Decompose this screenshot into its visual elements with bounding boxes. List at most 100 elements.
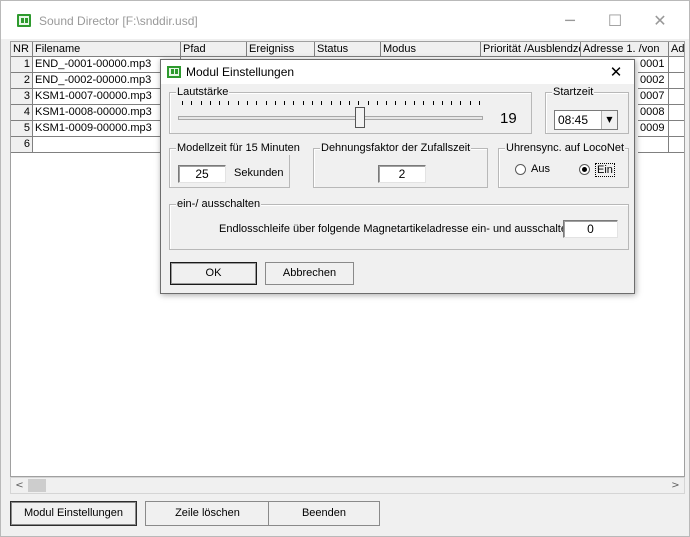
einaus-label: ein-/ ausschalten [176, 197, 262, 211]
lautstaerke-group: Lautstärke 19 [169, 85, 532, 134]
filename-cell[interactable] [33, 137, 181, 153]
lautstaerke-label: Lautstärke [176, 85, 230, 99]
column-header-pfad[interactable]: Pfad [181, 42, 247, 57]
column-header-filename[interactable]: Filename [33, 42, 181, 57]
modellzeit-label: Modellzeit für 15 Minuten [176, 141, 301, 155]
abbrechen-button[interactable]: Abbrechen [265, 262, 354, 285]
modul-einstellungen-button[interactable]: Modul Einstellungen [10, 501, 137, 526]
slider-tick [247, 101, 248, 105]
dehnungsfaktor-input[interactable]: 2 [378, 165, 426, 183]
slider-tick [275, 101, 276, 105]
modellzeit-input[interactable]: 25 [178, 165, 226, 183]
uhrensync-label: Uhrensync. auf LocoNet [505, 141, 626, 155]
window-title: Sound Director [F:\snddir.usd] [39, 14, 198, 28]
filename-cell[interactable]: END_-0002-00000.mp3 [33, 73, 181, 89]
slider-tick [256, 101, 257, 105]
filename-cell[interactable]: END_-0001-00000.mp3 [33, 57, 181, 73]
ad-cell[interactable] [669, 89, 684, 105]
ad-cell[interactable] [669, 57, 684, 73]
radio-aus[interactable] [515, 164, 526, 175]
ad-cell[interactable] [669, 73, 684, 89]
startzeit-group: Startzeit 08:45 ▼ [545, 85, 629, 134]
app-icon [17, 14, 31, 27]
slider-tick [414, 101, 415, 105]
adresse-cell[interactable] [638, 137, 669, 153]
startzeit-value: 08:45 [558, 113, 589, 127]
minimize-icon[interactable]: ─ [554, 9, 586, 33]
lautstaerke-slider-thumb[interactable] [355, 107, 365, 128]
scroll-thumb[interactable] [28, 479, 46, 492]
slider-tick [238, 101, 239, 105]
app-icon [167, 66, 181, 78]
slider-tick [460, 101, 461, 105]
slider-tick [358, 101, 359, 105]
startzeit-combo[interactable]: 08:45 ▼ [554, 110, 618, 130]
adresse-cell[interactable]: 0001 [638, 57, 669, 73]
dropdown-arrow-icon[interactable]: ▼ [601, 111, 617, 129]
row-number: 6 [11, 137, 33, 153]
slider-tick [219, 101, 220, 105]
column-header-adresse[interactable]: Adresse 1. /von [581, 42, 669, 57]
uhrensync-group: Uhrensync. auf LocoNet Aus Ein [498, 141, 629, 188]
adresse-cell[interactable]: 0002 [638, 73, 669, 89]
einaus-group: ein-/ ausschalten Endlosschleife über fo… [169, 197, 629, 250]
adresse-cell[interactable]: 0008 [638, 105, 669, 121]
column-header-status[interactable]: Status [315, 42, 381, 57]
radio-ein-label[interactable]: Ein [595, 163, 615, 177]
column-header-ereigniss[interactable]: Ereigniss [247, 42, 315, 57]
slider-tick [210, 101, 211, 105]
slider-tick [442, 101, 443, 105]
zeile-loeschen-button[interactable]: Zeile löschen [145, 501, 270, 526]
horizontal-scrollbar[interactable]: < > [10, 477, 685, 494]
ok-button[interactable]: OK [170, 262, 257, 285]
scroll-left-icon[interactable]: < [11, 478, 28, 493]
dialog-close-icon[interactable]: ✕ [604, 62, 628, 82]
slider-tick [433, 101, 434, 105]
column-header-nr[interactable]: NR [11, 42, 33, 57]
slider-tick [340, 101, 341, 105]
filename-cell[interactable]: KSM1-0007-00000.mp3 [33, 89, 181, 105]
lautstaerke-slider-track[interactable] [178, 116, 483, 120]
row-number: 2 [11, 73, 33, 89]
column-header-modus[interactable]: Modus [381, 42, 481, 57]
row-number: 1 [11, 57, 33, 73]
dehnungsfaktor-label: Dehnungsfaktor der Zufallszeit [320, 141, 472, 155]
endlosschleife-label: Endlosschleife über folgende Magnetartik… [219, 223, 574, 235]
column-header-prioritaet[interactable]: Priorität /Ausblendzeit [481, 42, 581, 57]
ad-cell[interactable] [669, 121, 684, 137]
slider-tick [312, 101, 313, 105]
row-number: 4 [11, 105, 33, 121]
scroll-right-icon[interactable]: > [667, 478, 684, 493]
slider-tick [451, 101, 452, 105]
startzeit-label: Startzeit [552, 85, 595, 99]
beenden-button[interactable]: Beenden [268, 501, 380, 526]
dialog-title-bar: Modul Einstellungen ✕ [161, 60, 634, 84]
radio-aus-label[interactable]: Aus [531, 163, 550, 175]
slider-tick [479, 101, 480, 105]
radio-ein[interactable] [579, 164, 590, 175]
slider-tick [377, 101, 378, 105]
column-header-ad[interactable]: Ad [669, 42, 684, 57]
maximize-icon[interactable]: ☐ [599, 9, 631, 33]
adresse-cell[interactable]: 0009 [638, 121, 669, 137]
adresse-cell[interactable]: 0007 [638, 89, 669, 105]
ad-cell[interactable] [669, 105, 684, 121]
close-icon[interactable]: ✕ [644, 9, 676, 33]
magnetartikeladresse-input[interactable]: 0 [563, 220, 618, 238]
slider-tick [405, 101, 406, 105]
ad-cell[interactable] [669, 137, 684, 153]
filename-cell[interactable]: KSM1-0009-00000.mp3 [33, 121, 181, 137]
row-number: 5 [11, 121, 33, 137]
slider-tick [182, 101, 183, 105]
slider-tick [423, 101, 424, 105]
slider-tick [266, 101, 267, 105]
slider-tick [331, 101, 332, 105]
sekunden-label: Sekunden [234, 167, 284, 179]
slider-tick [349, 101, 350, 105]
slider-tick [293, 101, 294, 105]
slider-tick [368, 101, 369, 105]
modul-einstellungen-dialog: Modul Einstellungen ✕ Lautstärke 19 Star… [160, 59, 635, 294]
filename-cell[interactable]: KSM1-0008-00000.mp3 [33, 105, 181, 121]
lautstaerke-value: 19 [500, 110, 517, 127]
slider-tick [191, 101, 192, 105]
